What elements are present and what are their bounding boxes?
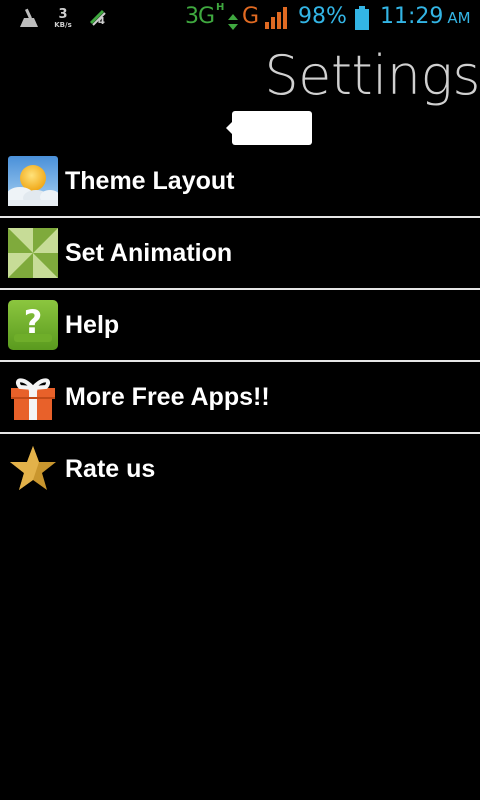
clock-ampm: AM: [447, 9, 471, 27]
signal-badge-number: 4: [98, 16, 105, 27]
menu-item-label: Set Animation: [65, 239, 233, 267]
page-title: Settings: [264, 44, 480, 107]
menu-item-label: Theme Layout: [65, 167, 235, 195]
battery-icon: [354, 6, 370, 34]
menu-item-theme-layout[interactable]: Theme Layout: [0, 146, 480, 218]
ad-slot[interactable]: [232, 111, 312, 145]
network-speed-value: 3: [58, 7, 68, 22]
signal-4-icon: 4: [89, 9, 109, 33]
sun-cloud-icon: [6, 156, 60, 206]
menu-item-help[interactable]: ? Help: [0, 290, 480, 362]
status-clock: 11:29 AM: [380, 4, 471, 29]
help-question-icon: ?: [8, 300, 58, 350]
network-type-3g: 3G: [185, 4, 215, 29]
network-speed-indicator: 3 KB/s: [50, 8, 76, 29]
gift-icon: [8, 372, 58, 422]
settings-menu-list: Theme Layout Set Animation ? Help More F…: [0, 146, 480, 504]
signal-strength-icon: [265, 7, 289, 33]
menu-item-set-animation[interactable]: Set Animation: [0, 218, 480, 290]
status-bar: 3 KB/s 4 3G H G 98% 11:29 AM: [0, 0, 480, 38]
menu-item-label: Help: [65, 311, 120, 339]
menu-item-label: More Free Apps!!: [65, 383, 270, 411]
data-activity-arrows-icon: [227, 14, 239, 34]
battery-percent: 98%: [298, 4, 347, 29]
menu-item-rate-us[interactable]: Rate us: [0, 434, 480, 504]
clock-time: 11:29: [380, 4, 444, 29]
broom-cleaner-icon: [18, 8, 40, 32]
pinwheel-icon: [8, 228, 58, 278]
network-type-g: G: [242, 4, 260, 29]
star-icon: [8, 444, 58, 494]
menu-item-label: Rate us: [65, 455, 156, 483]
network-type-h: H: [216, 2, 225, 13]
menu-item-more-free-apps[interactable]: More Free Apps!!: [0, 362, 480, 434]
network-speed-unit: KB/s: [54, 21, 72, 29]
svg-text:?: ?: [24, 303, 43, 341]
